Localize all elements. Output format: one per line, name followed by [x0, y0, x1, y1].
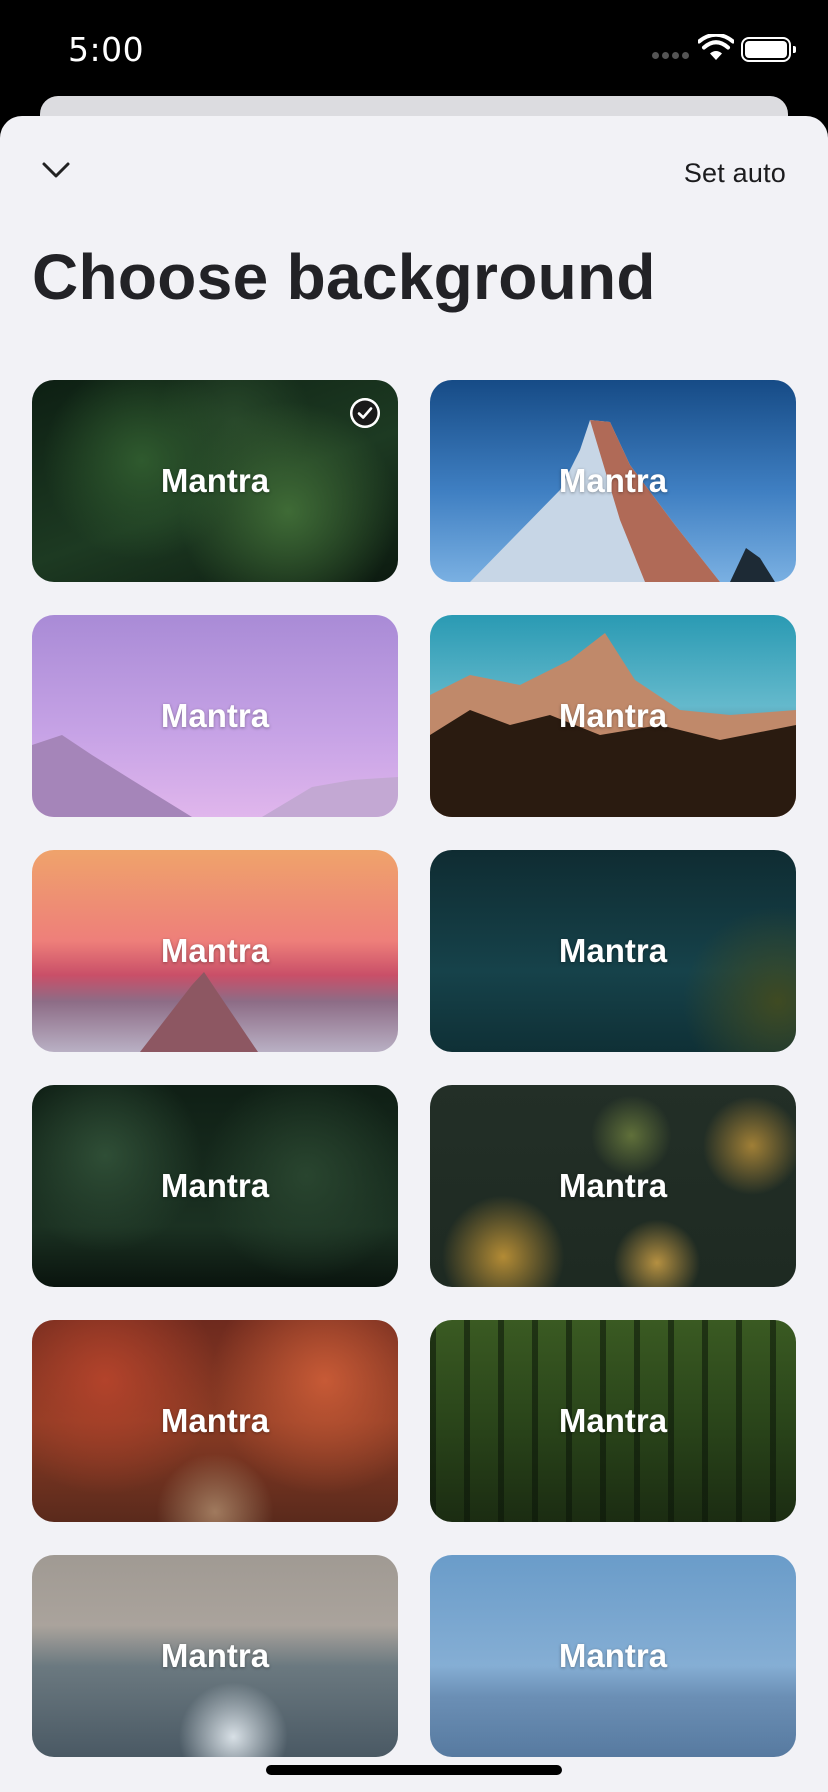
- background-picker-sheet: Set auto Choose background Mantra Mantra: [0, 116, 828, 1792]
- wifi-icon: [698, 34, 734, 60]
- tile-label: Mantra: [160, 1637, 270, 1674]
- tile-label: Mantra: [558, 1637, 668, 1674]
- tile-label: Mantra: [558, 1402, 668, 1439]
- home-indicator[interactable]: [266, 1765, 562, 1775]
- status-time: 5:00: [68, 30, 145, 69]
- battery-icon: [741, 37, 796, 62]
- background-tile-matterhorn-forest[interactable]: Mantra: [430, 615, 796, 817]
- background-tile-lavender-sky-mountains[interactable]: Mantra: [32, 615, 398, 817]
- background-tile-sunset-peak-clouds[interactable]: Mantra: [32, 850, 398, 1052]
- status-bar: 5:00: [0, 0, 828, 100]
- tile-label: Mantra: [160, 462, 270, 499]
- tile-label: Mantra: [160, 932, 270, 969]
- background-tile-autumn-path[interactable]: Mantra: [32, 1320, 398, 1522]
- background-tile-green-forest-trail[interactable]: Mantra: [430, 1320, 796, 1522]
- background-tile-ocean-waves[interactable]: Mantra: [32, 1555, 398, 1757]
- background-tile-pine-forest[interactable]: Mantra: [430, 1085, 796, 1287]
- page-title: Choose background: [32, 241, 656, 313]
- tile-label: Mantra: [160, 1167, 270, 1204]
- tile-label: Mantra: [160, 697, 270, 734]
- background-tile-snowy-peak-blue-sky[interactable]: Mantra: [430, 380, 796, 582]
- chevron-down-icon[interactable]: [36, 154, 76, 188]
- cellular-signal-icon: [652, 52, 692, 62]
- tile-label: Mantra: [558, 1167, 668, 1204]
- background-tile-dark-teal-water[interactable]: Mantra: [430, 850, 796, 1052]
- tile-label: Mantra: [558, 697, 668, 734]
- tile-label: Mantra: [558, 462, 668, 499]
- checkmark-icon: [350, 398, 380, 428]
- set-auto-button[interactable]: Set auto: [684, 158, 786, 189]
- background-tile-fern-leaves[interactable]: Mantra: [32, 380, 398, 582]
- background-tile-blue-sky-sea[interactable]: Mantra: [430, 1555, 796, 1757]
- tile-label: Mantra: [160, 1402, 270, 1439]
- tile-label: Mantra: [558, 932, 668, 969]
- background-tile-forest-lake[interactable]: Mantra: [32, 1085, 398, 1287]
